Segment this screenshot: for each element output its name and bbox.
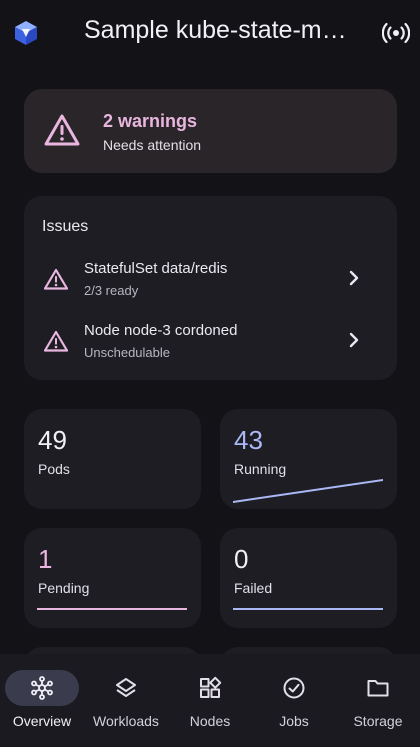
issues-card: Issues StatefulSet data/redis 2/3 ready … [24,196,397,380]
stat-card-pods[interactable]: 49 Pods [24,409,201,509]
stat-card-failed[interactable]: 0 Failed [220,528,397,628]
nav-label: Storage [353,713,403,729]
trend-sparkline [37,608,187,610]
warnings-count: 2 warnings [103,111,198,131]
stat-card-running[interactable]: 43 Running [220,409,397,509]
nav-item-overview[interactable]: Overview [0,654,84,747]
stat-label: Pods [38,461,70,477]
hub-icon [31,676,53,700]
issues-heading: Issues [42,218,89,235]
stat-value: 43 [234,425,263,455]
layers-icon [116,678,136,697]
stat-value: 49 [38,425,67,455]
issue-subtitle: 2/3 ready [84,283,139,298]
nav-item-nodes[interactable]: Nodes [168,654,252,747]
chevron-right-icon [349,270,359,286]
trend-sparkline [233,608,383,610]
issue-item[interactable]: StatefulSet data/redis 2/3 ready [24,256,397,312]
warning-icon [44,268,68,290]
cube-logo-icon [15,21,37,45]
nav-label: Workloads [93,713,159,729]
issue-title: Node node-3 cordoned [84,322,238,339]
issue-item[interactable]: Node node-3 cordoned Unschedulable [24,318,397,374]
page-title: Sample kube-state-m… [84,16,347,44]
check-circle-icon [283,677,305,699]
nav-item-storage[interactable]: Storage [336,654,420,747]
widgets-icon [200,676,222,698]
nav-item-workloads[interactable]: Workloads [84,654,168,747]
warnings-subtitle: Needs attention [103,137,202,153]
stat-value: 0 [234,544,249,574]
issue-title: StatefulSet data/redis [84,260,228,277]
nav-label: Nodes [189,713,231,729]
broadcast-icon[interactable] [382,20,410,46]
warnings-summary-card[interactable]: 2 warnings Needs attention [24,89,397,173]
trend-sparkline [233,479,383,503]
stat-value: 1 [38,544,53,574]
chevron-right-icon [349,332,359,348]
issue-subtitle: Unschedulable [84,345,171,360]
nav-label: Jobs [279,713,309,729]
app-bar: Sample kube-state-m… [0,0,420,66]
warning-icon [44,330,68,352]
stat-card-pending[interactable]: 1 Pending [24,528,201,628]
nav-item-jobs[interactable]: Jobs [252,654,336,747]
bottom-navigation: Overview Workloads Nodes Jobs Storage [0,654,420,747]
folder-icon [367,680,389,697]
nav-label: Overview [12,713,72,729]
warning-icon [44,114,80,146]
